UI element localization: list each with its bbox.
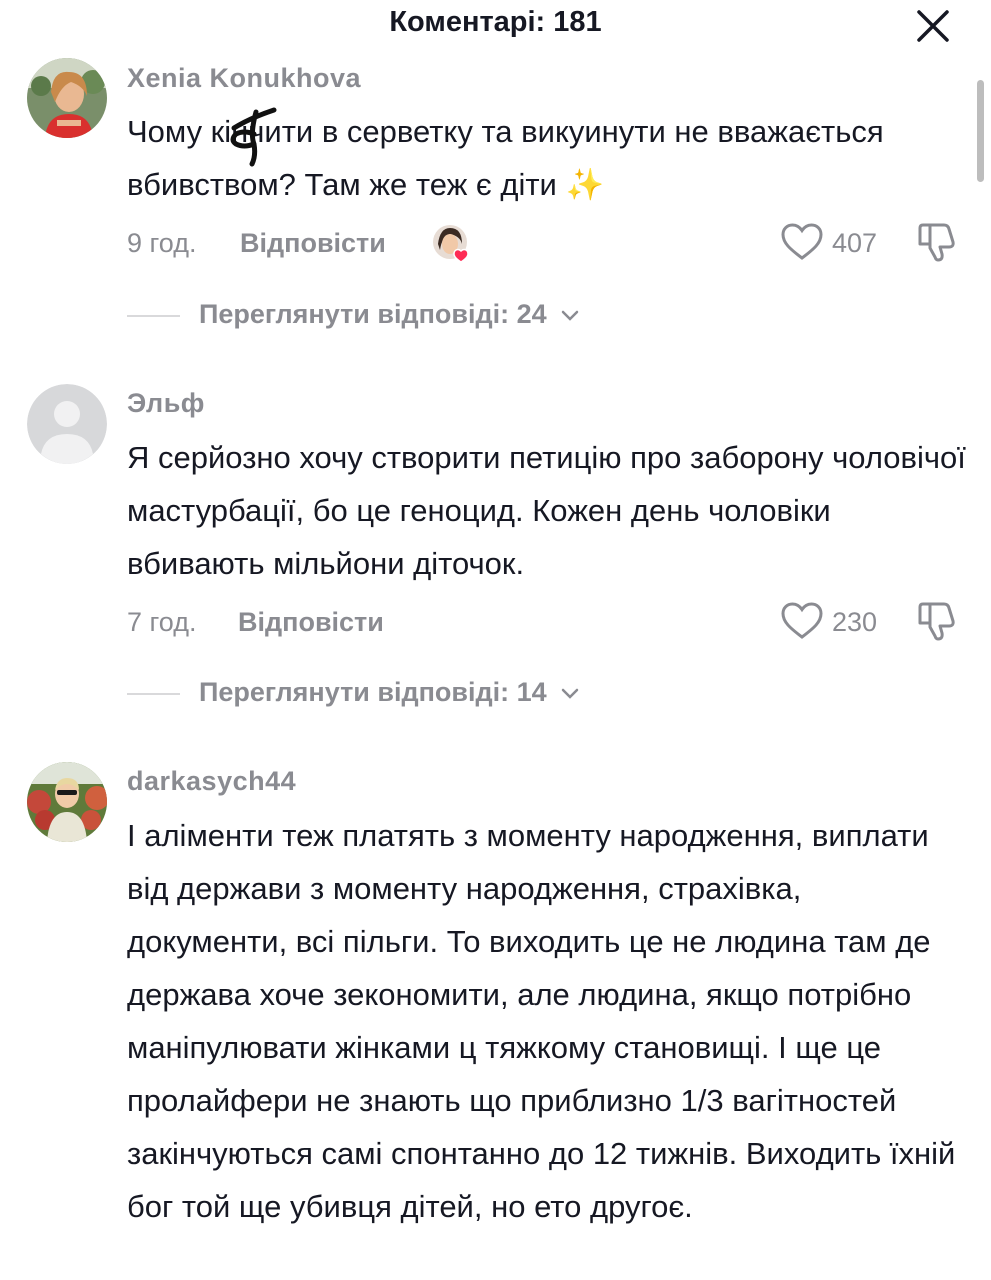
comment-time: 7 год.: [127, 607, 197, 637]
reply-button[interactable]: Відповісти: [238, 607, 384, 638]
thumbs-down-icon: [918, 223, 955, 262]
avatar[interactable]: [27, 58, 107, 138]
heart-outline-icon: [781, 223, 823, 260]
like-count: 407: [832, 228, 878, 258]
chevron-down-icon: [561, 688, 579, 699]
chevron-down-icon: [561, 310, 579, 321]
comment-time: 9 год.: [127, 228, 197, 258]
avatar[interactable]: [27, 384, 107, 464]
heart-outline-icon: [781, 602, 823, 639]
divider-line: [127, 315, 180, 317]
thumbs-down-icon: [918, 602, 955, 641]
default-avatar-icon: [27, 384, 107, 464]
like-count: 230: [832, 607, 878, 637]
creator-liked-badge: [432, 224, 472, 264]
comment-text: І аліменти теж платять з моменту народже…: [127, 818, 956, 1224]
comments-title: Коментарі: 181: [389, 6, 602, 38]
comments-sheet: Коментарі: 181 Xenia Konukhova Чому кінч…: [0, 0, 991, 1280]
comment-username[interactable]: Эльф: [127, 388, 205, 419]
avatar[interactable]: [27, 762, 107, 842]
comments-header: Коментарі: 181: [0, 0, 991, 50]
scribble-mark: [230, 107, 277, 167]
view-replies-label: Переглянути відповіді: 24: [199, 299, 547, 329]
comment-username[interactable]: darkasych44: [127, 766, 296, 797]
comment-username[interactable]: Xenia Konukhova: [127, 63, 361, 94]
reply-button[interactable]: Відповісти: [240, 228, 386, 259]
divider-line: [127, 693, 180, 695]
like-button[interactable]: [780, 601, 824, 646]
close-icon: [917, 10, 949, 42]
comment-text: Я серйозно хочу створити петицію про заб…: [127, 440, 966, 581]
dislike-button[interactable]: [914, 599, 958, 648]
close-button[interactable]: [913, 6, 953, 46]
like-button[interactable]: [780, 222, 824, 267]
view-replies-label: Переглянути відповіді: 14: [199, 677, 547, 707]
dislike-button[interactable]: [914, 220, 958, 269]
scrollbar[interactable]: [977, 80, 984, 182]
